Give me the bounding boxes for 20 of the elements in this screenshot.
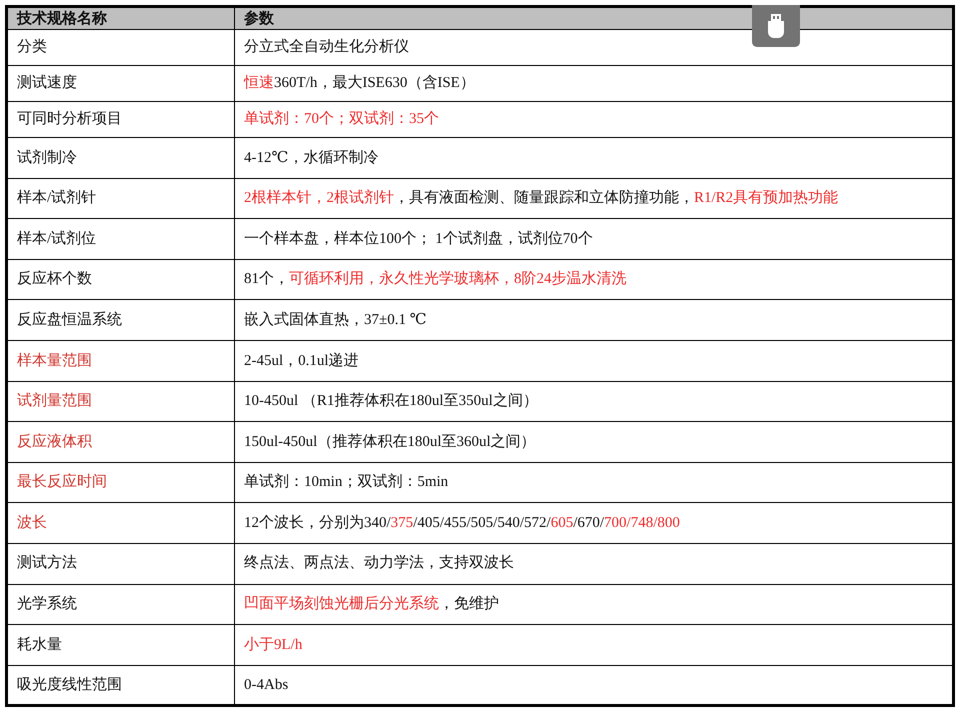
spec-name-cell: 可同时分析项目	[6, 102, 234, 138]
spec-name-cell: 测试速度	[6, 66, 234, 102]
spec-name-cell: 光学系统	[6, 584, 234, 625]
spec-name-cell: 反应液体积	[6, 422, 234, 462]
spec-name-cell: 反应盘恒温系统	[6, 300, 234, 340]
spec-name-cell: 试剂制冷	[6, 138, 234, 178]
spec-name-cell: 试剂量范围	[6, 381, 234, 422]
spec-name-cell: 最长反应时间	[6, 462, 234, 503]
spec-name-cell: 分类	[6, 30, 234, 66]
spec-name-cell: 耗水量	[6, 624, 234, 666]
column-header: 参数	[234, 6, 954, 30]
plug-button[interactable]	[752, 5, 800, 47]
spec-name-cell: 波长	[6, 502, 234, 544]
spec-name-cell: 样本/试剂针	[6, 178, 234, 219]
spec-name-cell: 反应杯个数	[6, 259, 234, 300]
spec-name-cell: 样本量范围	[6, 340, 234, 382]
spec-name-cell: 样本/试剂位	[6, 218, 234, 260]
plug-icon	[767, 14, 785, 38]
spec-name-cell: 测试方法	[6, 543, 234, 584]
column-header: 技术规格名称	[6, 6, 234, 30]
